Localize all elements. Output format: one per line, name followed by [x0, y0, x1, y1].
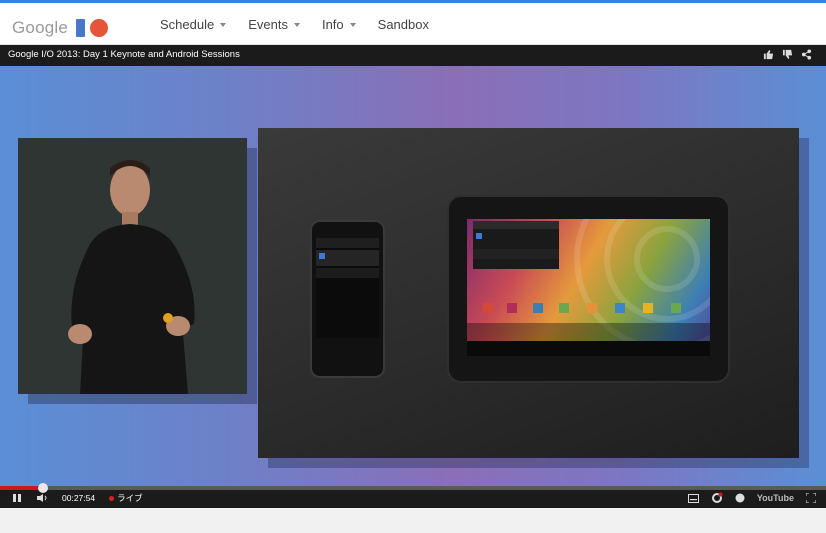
tablet-screen [467, 219, 710, 356]
live-indicator[interactable]: ライブ [109, 492, 143, 504]
logo-text: Google [12, 18, 69, 37]
google-io-logo[interactable]: Google [12, 15, 109, 41]
nav-schedule-label: Schedule [160, 17, 215, 32]
page-footer-area [0, 508, 826, 533]
controls-right: YouTube [687, 492, 816, 504]
app-icons [483, 303, 681, 313]
video-frame[interactable] [0, 65, 826, 508]
logo-i-mark [76, 19, 86, 37]
video-player[interactable]: Google I/O 2013: Day 1 Keynote and Andro… [0, 45, 826, 508]
phone-screen [316, 238, 379, 350]
nav-info-label: Info [321, 17, 344, 32]
current-time: 00:27:54 [62, 493, 96, 503]
pause-icon[interactable] [12, 493, 22, 503]
site-header: Google Schedule Events Info Sandbox [0, 3, 826, 45]
youtube-logo[interactable]: YouTube [757, 493, 794, 503]
video-actions [763, 49, 812, 60]
main-nav: Schedule Events Info Sandbox [160, 17, 429, 32]
chevron-down-icon [293, 23, 300, 27]
live-dot [109, 495, 115, 501]
phone-notification [316, 238, 379, 350]
nav-sandbox-label: Sandbox [377, 17, 429, 32]
nav-info[interactable]: Info [322, 17, 356, 32]
speaker-figure [18, 138, 247, 394]
fullscreen-icon[interactable] [806, 493, 816, 503]
progress-fill [0, 486, 43, 490]
captions-icon[interactable] [687, 493, 699, 503]
video-titlebar: Google I/O 2013: Day 1 Keynote and Andro… [0, 45, 826, 66]
speaker-video-panel [18, 138, 247, 394]
chevron-down-icon [349, 23, 356, 27]
logo-o-mark [90, 19, 109, 37]
video-title[interactable]: Google I/O 2013: Day 1 Keynote and Andro… [8, 49, 240, 60]
controls-left: 00:27:54 ライブ [12, 492, 143, 504]
nav-sandbox[interactable]: Sandbox [378, 17, 429, 32]
info-icon[interactable] [735, 493, 745, 503]
tablet-wallpaper [467, 219, 710, 356]
volume-icon[interactable] [36, 493, 48, 503]
nav-events-label: Events [248, 17, 288, 32]
nav-schedule[interactable]: Schedule [160, 17, 227, 32]
share-icon[interactable] [801, 49, 812, 60]
gear-icon[interactable] [711, 492, 723, 504]
thumbs-down-icon[interactable] [782, 49, 793, 60]
tablet-device [447, 195, 730, 383]
chevron-down-icon [220, 23, 227, 27]
phone-device [310, 220, 385, 378]
thumbs-up-icon[interactable] [763, 49, 774, 60]
nav-events[interactable]: Events [248, 17, 300, 32]
live-label: ライブ [117, 493, 143, 503]
progress-bar[interactable] [0, 483, 826, 493]
